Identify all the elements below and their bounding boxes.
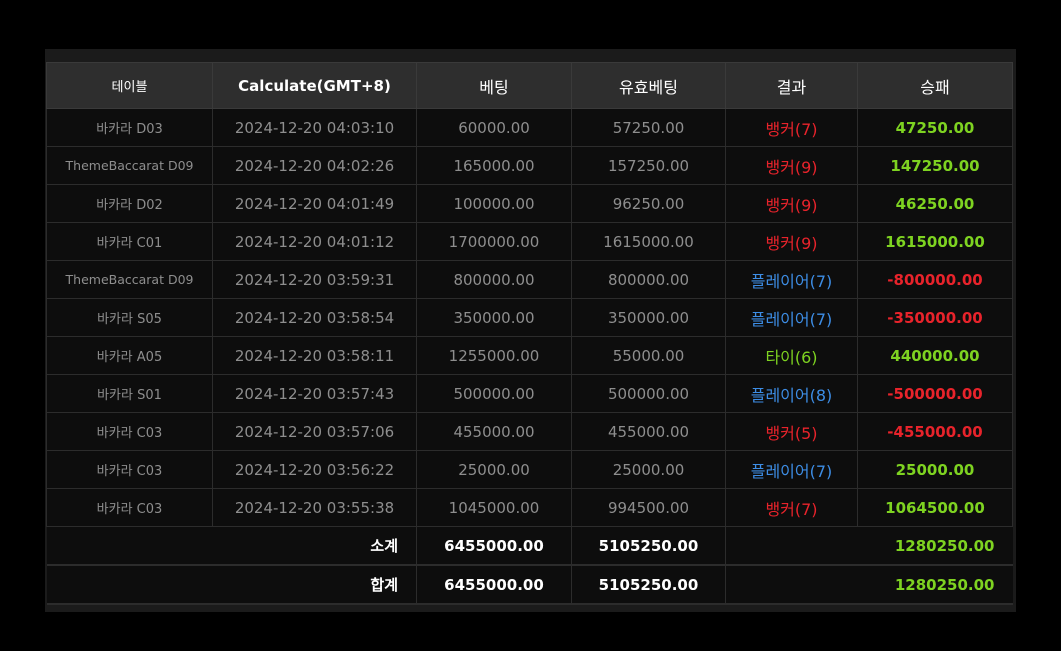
header-table: 테이블 xyxy=(46,62,213,109)
cell-valid-bet: 57250.00 xyxy=(571,108,726,147)
cell-time: 2024-12-20 04:03:10 xyxy=(212,108,417,147)
bet-history-table: 테이블 Calculate(GMT+8) 베팅 유효베팅 결과 승패 바카라 D… xyxy=(46,62,1013,605)
cell-bet: 60000.00 xyxy=(416,108,572,147)
subtotal-row: 소계 6455000.00 5105250.00 1280250.00 xyxy=(46,526,1013,566)
table-header-row: 테이블 Calculate(GMT+8) 베팅 유효베팅 결과 승패 xyxy=(46,62,1013,109)
table-row: 바카라 S01 2024-12-20 03:57:43 500000.00 50… xyxy=(46,374,1013,413)
table-row: 바카라 C03 2024-12-20 03:57:06 455000.00 45… xyxy=(46,412,1013,451)
cell-time: 2024-12-20 03:58:54 xyxy=(212,298,417,337)
table-row: 바카라 S05 2024-12-20 03:58:54 350000.00 35… xyxy=(46,298,1013,337)
total-row: 합계 6455000.00 5105250.00 1280250.00 xyxy=(46,565,1013,605)
cell-valid-bet: 800000.00 xyxy=(571,260,726,299)
cell-valid-bet: 25000.00 xyxy=(571,450,726,489)
cell-win-loss: -455000.00 xyxy=(857,412,1013,451)
cell-win-loss: 25000.00 xyxy=(857,450,1013,489)
header-win-loss: 승패 xyxy=(857,62,1013,109)
cell-bet: 800000.00 xyxy=(416,260,572,299)
cell-result: 플레이어(8) xyxy=(725,374,858,413)
cell-bet: 165000.00 xyxy=(416,146,572,185)
cell-time: 2024-12-20 03:59:31 xyxy=(212,260,417,299)
cell-bet: 350000.00 xyxy=(416,298,572,337)
cell-time: 2024-12-20 03:55:38 xyxy=(212,488,417,527)
cell-valid-bet: 350000.00 xyxy=(571,298,726,337)
bet-history-panel: 테이블 Calculate(GMT+8) 베팅 유효베팅 결과 승패 바카라 D… xyxy=(45,49,1016,612)
cell-win-loss: 1615000.00 xyxy=(857,222,1013,261)
subtotal-bet: 6455000.00 xyxy=(416,526,572,566)
total-bet: 6455000.00 xyxy=(416,565,572,605)
cell-table: 바카라 C03 xyxy=(46,450,213,489)
cell-result: 플레이어(7) xyxy=(725,298,858,337)
table-row: 바카라 C01 2024-12-20 04:01:12 1700000.00 1… xyxy=(46,222,1013,261)
cell-win-loss: -350000.00 xyxy=(857,298,1013,337)
cell-table: 바카라 D02 xyxy=(46,184,213,223)
cell-bet: 455000.00 xyxy=(416,412,572,451)
table-row: ThemeBaccarat D09 2024-12-20 04:02:26 16… xyxy=(46,146,1013,185)
table-row: ThemeBaccarat D09 2024-12-20 03:59:31 80… xyxy=(46,260,1013,299)
cell-valid-bet: 157250.00 xyxy=(571,146,726,185)
subtotal-valid-bet: 5105250.00 xyxy=(571,526,726,566)
cell-win-loss: -500000.00 xyxy=(857,374,1013,413)
total-label: 합계 xyxy=(46,565,417,605)
cell-win-loss: 47250.00 xyxy=(857,108,1013,147)
header-result: 결과 xyxy=(725,62,858,109)
total-valid-bet: 5105250.00 xyxy=(571,565,726,605)
cell-table: 바카라 C03 xyxy=(46,412,213,451)
header-valid-bet: 유효베팅 xyxy=(571,62,726,109)
subtotal-label: 소계 xyxy=(46,526,417,566)
cell-valid-bet: 55000.00 xyxy=(571,336,726,375)
cell-bet: 1255000.00 xyxy=(416,336,572,375)
subtotal-win-loss: 1280250.00 xyxy=(725,526,1013,566)
table-row: 바카라 C03 2024-12-20 03:55:38 1045000.00 9… xyxy=(46,488,1013,527)
cell-bet: 100000.00 xyxy=(416,184,572,223)
cell-valid-bet: 96250.00 xyxy=(571,184,726,223)
cell-win-loss: -800000.00 xyxy=(857,260,1013,299)
cell-table: ThemeBaccarat D09 xyxy=(46,260,213,299)
cell-result: 타이(6) xyxy=(725,336,858,375)
cell-result: 뱅커(9) xyxy=(725,222,858,261)
cell-win-loss: 440000.00 xyxy=(857,336,1013,375)
cell-time: 2024-12-20 04:01:12 xyxy=(212,222,417,261)
cell-valid-bet: 994500.00 xyxy=(571,488,726,527)
cell-time: 2024-12-20 03:56:22 xyxy=(212,450,417,489)
cell-result: 뱅커(9) xyxy=(725,146,858,185)
cell-table: 바카라 A05 xyxy=(46,336,213,375)
cell-result: 뱅커(7) xyxy=(725,488,858,527)
cell-result: 뱅커(7) xyxy=(725,108,858,147)
cell-table: 바카라 S05 xyxy=(46,298,213,337)
cell-win-loss: 147250.00 xyxy=(857,146,1013,185)
header-calculate: Calculate(GMT+8) xyxy=(212,62,417,109)
table-row: 바카라 D02 2024-12-20 04:01:49 100000.00 96… xyxy=(46,184,1013,223)
table-row: 바카라 D03 2024-12-20 04:03:10 60000.00 572… xyxy=(46,108,1013,147)
table-row: 바카라 C03 2024-12-20 03:56:22 25000.00 250… xyxy=(46,450,1013,489)
table-row: 바카라 A05 2024-12-20 03:58:11 1255000.00 5… xyxy=(46,336,1013,375)
cell-result: 뱅커(9) xyxy=(725,184,858,223)
cell-result: 뱅커(5) xyxy=(725,412,858,451)
cell-table: 바카라 S01 xyxy=(46,374,213,413)
cell-valid-bet: 1615000.00 xyxy=(571,222,726,261)
cell-win-loss: 46250.00 xyxy=(857,184,1013,223)
header-bet: 베팅 xyxy=(416,62,572,109)
cell-time: 2024-12-20 03:57:43 xyxy=(212,374,417,413)
cell-table: ThemeBaccarat D09 xyxy=(46,146,213,185)
cell-result: 플레이어(7) xyxy=(725,260,858,299)
cell-result: 플레이어(7) xyxy=(725,450,858,489)
cell-bet: 1700000.00 xyxy=(416,222,572,261)
cell-time: 2024-12-20 04:02:26 xyxy=(212,146,417,185)
cell-time: 2024-12-20 03:58:11 xyxy=(212,336,417,375)
cell-valid-bet: 500000.00 xyxy=(571,374,726,413)
cell-table: 바카라 D03 xyxy=(46,108,213,147)
cell-time: 2024-12-20 04:01:49 xyxy=(212,184,417,223)
cell-table: 바카라 C03 xyxy=(46,488,213,527)
total-win-loss: 1280250.00 xyxy=(725,565,1013,605)
cell-time: 2024-12-20 03:57:06 xyxy=(212,412,417,451)
cell-bet: 1045000.00 xyxy=(416,488,572,527)
cell-table: 바카라 C01 xyxy=(46,222,213,261)
cell-bet: 500000.00 xyxy=(416,374,572,413)
cell-win-loss: 1064500.00 xyxy=(857,488,1013,527)
cell-valid-bet: 455000.00 xyxy=(571,412,726,451)
cell-bet: 25000.00 xyxy=(416,450,572,489)
